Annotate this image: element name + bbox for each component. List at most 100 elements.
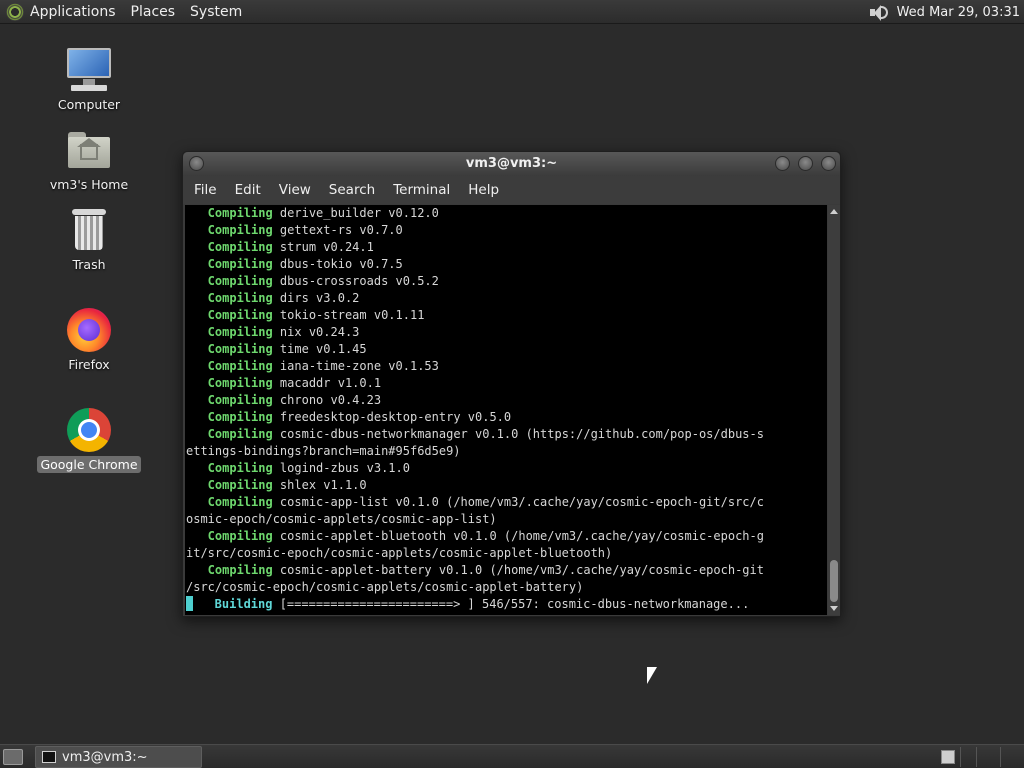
compiling-keyword: Compiling bbox=[186, 257, 273, 271]
terminal-line: Compiling strum v0.24.1 bbox=[186, 239, 827, 256]
minimize-button[interactable] bbox=[775, 156, 790, 171]
workspace-3[interactable] bbox=[976, 747, 977, 767]
menu-system[interactable]: System bbox=[190, 4, 242, 20]
taskbar-terminal-button[interactable]: vm3@vm3:~ bbox=[35, 746, 202, 768]
maximize-button[interactable] bbox=[798, 156, 813, 171]
clock[interactable]: Wed Mar 29, 03:31 bbox=[897, 5, 1020, 20]
terminal-line: Compiling tokio-stream v0.1.11 bbox=[186, 307, 827, 324]
compiling-keyword: Compiling bbox=[186, 342, 273, 356]
desktop-label-firefox: Firefox bbox=[68, 357, 110, 372]
line-text: dirs v3.0.2 bbox=[272, 291, 360, 305]
menu-places[interactable]: Places bbox=[131, 4, 176, 20]
compiling-keyword: Compiling bbox=[186, 495, 273, 509]
desktop-icon-home[interactable]: vm3's Home bbox=[34, 126, 144, 193]
compiling-keyword: Compiling bbox=[186, 223, 273, 237]
line-text: iana-time-zone v0.1.53 bbox=[272, 359, 439, 373]
line-text: cosmic-applet-bluetooth v0.1.0 (/home/vm… bbox=[272, 529, 764, 543]
taskbar-terminal-label: vm3@vm3:~ bbox=[62, 749, 148, 765]
line-text: dbus-crossroads v0.5.2 bbox=[272, 274, 439, 288]
line-text: nix v0.24.3 bbox=[272, 325, 360, 339]
distro-logo-icon[interactable] bbox=[6, 2, 24, 21]
terminal-line: Compiling shlex v1.1.0 bbox=[186, 477, 827, 494]
building-keyword: Building bbox=[193, 597, 273, 611]
workspace-1[interactable] bbox=[941, 750, 955, 764]
terminal-line: Compiling cosmic-applet-bluetooth v0.1.0… bbox=[186, 528, 827, 545]
line-text: it/src/cosmic-epoch/cosmic-applets/cosmi… bbox=[186, 546, 613, 560]
top-panel: Applications Places System Wed Mar 29, 0… bbox=[0, 0, 1024, 24]
line-text: cosmic-applet-battery v0.1.0 (/home/vm3/… bbox=[272, 563, 764, 577]
terminal-line: Compiling dbus-crossroads v0.5.2 bbox=[186, 273, 827, 290]
line-text: ettings-bindings?branch=main#95f6d5e9) bbox=[186, 444, 461, 458]
line-text: macaddr v1.0.1 bbox=[272, 376, 382, 390]
terminal-line: it/src/cosmic-epoch/cosmic-applets/cosmi… bbox=[186, 545, 827, 562]
terminal-icon bbox=[42, 751, 56, 763]
compiling-keyword: Compiling bbox=[186, 563, 273, 577]
workspace-4[interactable] bbox=[1000, 747, 1001, 767]
terminal-window[interactable]: vm3@vm3:~ File Edit View Search Terminal… bbox=[182, 151, 841, 617]
terminal-line: Compiling freedesktop-desktop-entry v0.5… bbox=[186, 409, 827, 426]
terminal-line: Compiling derive_builder v0.12.0 bbox=[186, 205, 827, 222]
terminal-scrollbar[interactable] bbox=[828, 205, 840, 615]
desktop-icon-computer[interactable]: Computer bbox=[34, 46, 144, 113]
computer-icon bbox=[65, 46, 113, 94]
compiling-keyword: Compiling bbox=[186, 240, 273, 254]
trash-icon bbox=[65, 206, 113, 254]
desktop-icon-firefox[interactable]: Firefox bbox=[34, 306, 144, 373]
terminal-line: Compiling cosmic-app-list v0.1.0 (/home/… bbox=[186, 494, 827, 511]
desktop-label-trash: Trash bbox=[72, 257, 106, 272]
terminal-line: Compiling macaddr v1.0.1 bbox=[186, 375, 827, 392]
window-titlebar[interactable]: vm3@vm3:~ bbox=[183, 152, 840, 176]
terminal-line: Compiling dirs v3.0.2 bbox=[186, 290, 827, 307]
compiling-keyword: Compiling bbox=[186, 529, 273, 543]
terminal-line: Compiling time v0.1.45 bbox=[186, 341, 827, 358]
line-text: derive_builder v0.12.0 bbox=[272, 206, 439, 220]
menu-search[interactable]: Search bbox=[329, 182, 375, 198]
terminal-line: Compiling cosmic-applet-battery v0.1.0 (… bbox=[186, 562, 827, 579]
menu-terminal[interactable]: Terminal bbox=[393, 182, 450, 198]
desktop-label-computer: Computer bbox=[57, 97, 121, 112]
line-text: chrono v0.4.23 bbox=[272, 393, 382, 407]
firefox-icon bbox=[65, 306, 113, 354]
line-text: cosmic-dbus-networkmanager v0.1.0 (https… bbox=[272, 427, 764, 441]
menu-file[interactable]: File bbox=[194, 182, 217, 198]
terminal-line: Compiling cosmic-dbus-networkmanager v0.… bbox=[186, 426, 827, 443]
scrollbar-thumb[interactable] bbox=[830, 560, 838, 602]
menu-help[interactable]: Help bbox=[468, 182, 499, 198]
line-text: shlex v1.1.0 bbox=[272, 478, 367, 492]
mouse-pointer-icon bbox=[647, 667, 657, 684]
compiling-keyword: Compiling bbox=[186, 325, 273, 339]
compiling-keyword: Compiling bbox=[186, 206, 273, 220]
terminal-output[interactable]: Compiling derive_builder v0.12.0 Compili… bbox=[185, 205, 827, 615]
menu-edit[interactable]: Edit bbox=[235, 182, 261, 198]
terminal-lines: Compiling derive_builder v0.12.0 Compili… bbox=[185, 205, 827, 613]
menu-view[interactable]: View bbox=[279, 182, 311, 198]
compiling-keyword: Compiling bbox=[186, 359, 273, 373]
building-progress-text: [=======================> ] 546/557: cos… bbox=[272, 597, 750, 611]
menu-applications[interactable]: Applications bbox=[30, 4, 116, 20]
line-text: tokio-stream v0.1.11 bbox=[272, 308, 425, 322]
terminal-line: Compiling iana-time-zone v0.1.53 bbox=[186, 358, 827, 375]
desktop-icon-chrome[interactable]: Google Chrome bbox=[34, 406, 144, 473]
line-text: cosmic-app-list v0.1.0 (/home/vm3/.cache… bbox=[272, 495, 764, 509]
scroll-down-icon[interactable] bbox=[830, 606, 838, 611]
chrome-icon bbox=[65, 406, 113, 454]
bottom-panel: vm3@vm3:~ bbox=[0, 744, 1024, 768]
terminal-line: /src/cosmic-epoch/cosmic-applets/cosmic-… bbox=[186, 579, 827, 596]
window-title: vm3@vm3:~ bbox=[465, 156, 558, 171]
compiling-keyword: Compiling bbox=[186, 427, 273, 441]
desktop-label-chrome: Google Chrome bbox=[37, 456, 141, 473]
line-text: logind-zbus v3.1.0 bbox=[272, 461, 410, 475]
terminal-line: Compiling gettext-rs v0.7.0 bbox=[186, 222, 827, 239]
desktop-icon-trash[interactable]: Trash bbox=[34, 206, 144, 273]
close-button[interactable] bbox=[821, 156, 836, 171]
workspace-2[interactable] bbox=[960, 747, 961, 767]
terminal-progress-line: Building [=======================> ] 546… bbox=[186, 596, 827, 613]
line-text: gettext-rs v0.7.0 bbox=[272, 223, 403, 237]
terminal-cursor bbox=[186, 596, 193, 611]
scroll-up-icon[interactable] bbox=[830, 209, 838, 214]
speaker-icon[interactable] bbox=[867, 3, 889, 21]
line-text: freedesktop-desktop-entry v0.5.0 bbox=[272, 410, 512, 424]
compiling-keyword: Compiling bbox=[186, 461, 273, 475]
panel-tray: Wed Mar 29, 03:31 bbox=[867, 0, 1024, 24]
show-desktop-icon[interactable] bbox=[3, 749, 23, 765]
